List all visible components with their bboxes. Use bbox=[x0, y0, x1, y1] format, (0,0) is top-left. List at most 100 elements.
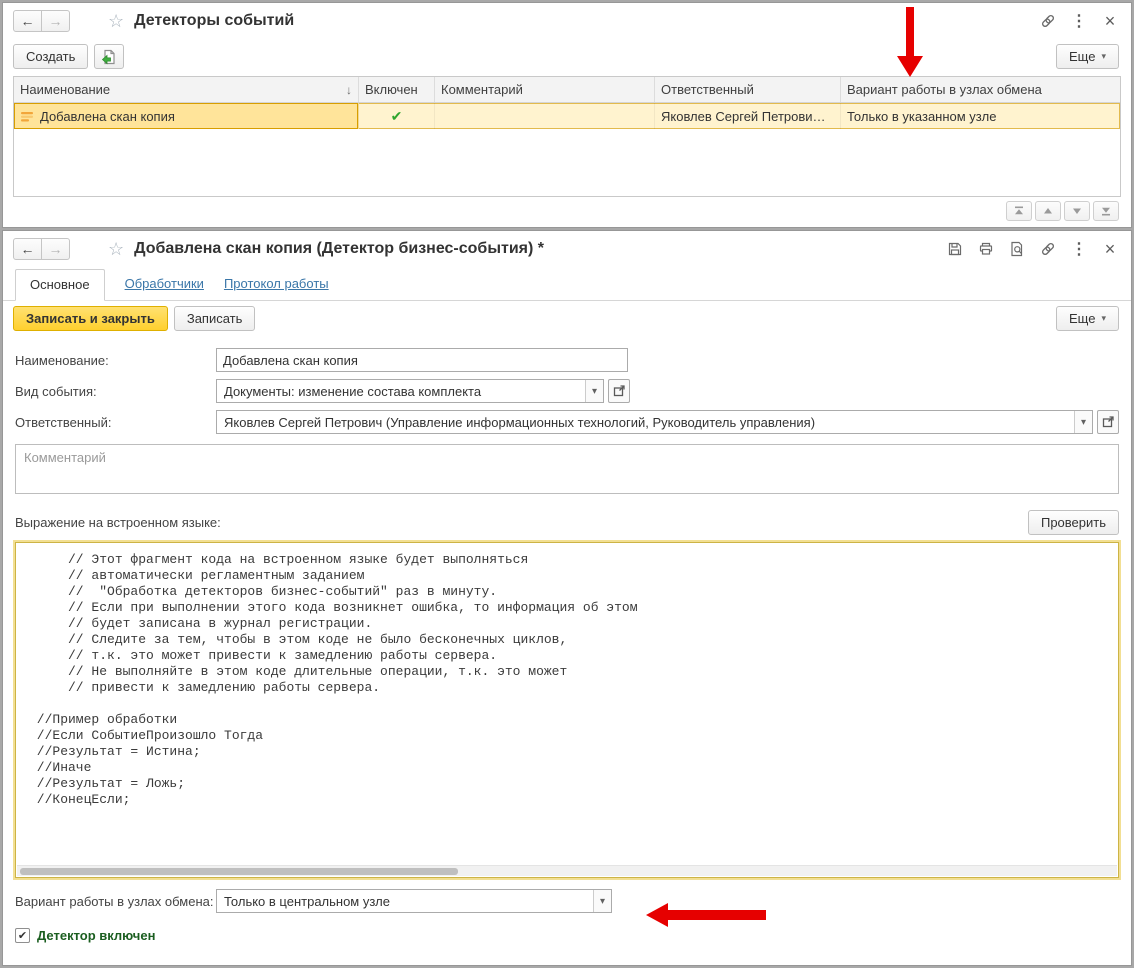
exchange-mode-dropdown-button[interactable]: ▾ bbox=[593, 890, 611, 912]
forward-button[interactable]: → bbox=[41, 238, 70, 260]
open-icon bbox=[613, 385, 625, 397]
responsible-dropdown-button[interactable]: ▾ bbox=[1074, 411, 1092, 433]
comment-textarea[interactable] bbox=[15, 444, 1119, 494]
favorite-star-icon[interactable]: ☆ bbox=[108, 12, 124, 30]
code-line: //КонецЕсли; bbox=[29, 792, 131, 807]
code-line: //Пример обработки bbox=[29, 712, 178, 727]
cell-exchange-mode[interactable]: Только в указанном узле bbox=[841, 103, 1120, 129]
kebab-menu-icon[interactable]: ⋮ bbox=[1070, 12, 1088, 30]
move-up-button[interactable] bbox=[1035, 201, 1061, 221]
print-icon[interactable] bbox=[977, 240, 995, 258]
nav-buttons: ← → bbox=[13, 238, 70, 260]
code-line: // Этот фрагмент кода на встроенном язык… bbox=[29, 552, 529, 567]
save-and-close-button[interactable]: Записать и закрыть bbox=[13, 306, 168, 331]
detectors-table: Наименование ↓ Включен Комментарий Ответ… bbox=[13, 76, 1121, 197]
detector-enabled-label[interactable]: Детектор включен bbox=[37, 928, 155, 943]
detail-window: ← → ☆ Добавлена скан копия (Детектор биз… bbox=[2, 230, 1132, 966]
column-header-responsible[interactable]: Ответственный bbox=[655, 77, 841, 102]
go-to-top-button[interactable] bbox=[1006, 201, 1032, 221]
cell-name[interactable]: Добавлена скан копия bbox=[14, 103, 359, 129]
table-nav-buttons bbox=[3, 197, 1131, 227]
event-kind-label: Вид события: bbox=[15, 383, 97, 399]
responsible-combo[interactable]: Яковлев Сергей Петрович (Управление инфо… bbox=[216, 410, 1093, 434]
table-header-row: Наименование ↓ Включен Комментарий Ответ… bbox=[14, 77, 1120, 103]
move-down-button[interactable] bbox=[1064, 201, 1090, 221]
create-button[interactable]: Создать bbox=[13, 44, 89, 69]
close-icon[interactable]: × bbox=[1101, 11, 1119, 31]
name-input[interactable] bbox=[216, 348, 628, 372]
create-copy-button[interactable] bbox=[94, 44, 125, 69]
back-button[interactable]: ← bbox=[13, 238, 42, 260]
list-window: ← → ☆ Детекторы событий ⋮ × Создать Еще … bbox=[2, 2, 1132, 228]
detail-form: Наименование: Вид события: Документы: из… bbox=[3, 337, 1131, 965]
cell-comment[interactable] bbox=[435, 103, 655, 129]
event-kind-row: Вид события: Документы: изменение состав… bbox=[15, 379, 1119, 403]
forward-arrow-icon: → bbox=[48, 13, 63, 29]
link-icon[interactable] bbox=[1039, 12, 1057, 30]
code-line: //Результат = Ложь; bbox=[29, 776, 186, 791]
list-titlebar: ← → ☆ Детекторы событий ⋮ × bbox=[3, 3, 1131, 39]
chevron-down-icon: ▾ bbox=[591, 385, 598, 397]
column-header-comment[interactable]: Комментарий bbox=[435, 77, 655, 102]
event-kind-dropdown-button[interactable]: ▾ bbox=[585, 380, 603, 402]
cell-enabled[interactable]: ✔ bbox=[359, 103, 435, 129]
favorite-star-icon[interactable]: ☆ bbox=[108, 240, 124, 258]
list-window-title: Детекторы событий bbox=[134, 12, 295, 29]
code-line: // будет записана в журнал регистрации. bbox=[29, 616, 373, 631]
open-icon bbox=[1102, 416, 1114, 428]
forward-button[interactable]: → bbox=[41, 10, 70, 32]
event-kind-open-button[interactable] bbox=[608, 379, 630, 403]
responsible-value: Яковлев Сергей Петрович (Управление инфо… bbox=[224, 414, 816, 430]
save-button[interactable]: Записать bbox=[173, 306, 256, 331]
enabled-check-icon: ✔ bbox=[390, 108, 403, 124]
detector-enabled-checkbox[interactable]: ✔ bbox=[15, 928, 30, 943]
close-icon[interactable]: × bbox=[1101, 239, 1119, 259]
exchange-mode-combo[interactable]: Только в центральном узле ▾ bbox=[216, 889, 612, 913]
chevron-down-icon: ▾ bbox=[599, 895, 606, 907]
more-button[interactable]: Еще ▾ bbox=[1056, 44, 1119, 69]
code-line: // Не выполняйте в этом коде длительные … bbox=[29, 664, 568, 679]
code-line: //Результат = Истина; bbox=[29, 744, 201, 759]
check-expression-button[interactable]: Проверить bbox=[1027, 510, 1119, 535]
tab-main[interactable]: Основное bbox=[15, 269, 105, 301]
column-header-name[interactable]: Наименование ↓ bbox=[14, 77, 359, 102]
exchange-mode-label: Вариант работы в узлах обмена: bbox=[15, 893, 214, 909]
code-line: // Если при выполнении этого кода возник… bbox=[29, 600, 638, 615]
back-arrow-icon: ← bbox=[20, 13, 35, 29]
code-line: // "Обработка детекторов бизнес-событий"… bbox=[29, 584, 498, 599]
tab-handlers[interactable]: Обработчики bbox=[125, 276, 204, 300]
catalog-item-icon bbox=[21, 111, 33, 121]
go-to-bottom-button[interactable] bbox=[1093, 201, 1119, 221]
link-icon[interactable] bbox=[1039, 240, 1057, 258]
back-button[interactable]: ← bbox=[13, 10, 42, 32]
chevron-down-icon: ▾ bbox=[1101, 51, 1106, 61]
create-copy-icon bbox=[102, 49, 116, 64]
horizontal-scrollbar[interactable] bbox=[17, 865, 1117, 876]
more-button[interactable]: Еще ▾ bbox=[1056, 306, 1119, 331]
column-header-exchange-mode[interactable]: Вариант работы в узлах обмена bbox=[841, 77, 1120, 102]
tab-work-log[interactable]: Протокол работы bbox=[224, 276, 329, 300]
table-empty-area bbox=[14, 129, 1120, 196]
expression-header-row: Выражение на встроенном языке: Проверить bbox=[15, 510, 1119, 535]
table-row[interactable]: Добавлена скан копия ✔ Яковлев Сергей Пе… bbox=[14, 103, 1120, 129]
column-header-enabled[interactable]: Включен bbox=[359, 77, 435, 102]
cell-responsible[interactable]: Яковлев Сергей Петрови… bbox=[655, 103, 841, 129]
horizontal-scrollbar-thumb[interactable] bbox=[20, 868, 458, 875]
exchange-mode-value: Только в центральном узле bbox=[224, 893, 390, 909]
save-icon[interactable] bbox=[946, 240, 964, 258]
code-line: // т.к. это может привести к замедлению … bbox=[29, 648, 498, 663]
expression-code-editor[interactable]: // Этот фрагмент кода на встроенном язык… bbox=[15, 542, 1119, 878]
responsible-row: Ответственный: Яковлев Сергей Петрович (… bbox=[15, 410, 1119, 434]
kebab-menu-icon[interactable]: ⋮ bbox=[1070, 240, 1088, 258]
list-command-bar: Создать Еще ▾ bbox=[3, 39, 1131, 75]
responsible-open-button[interactable] bbox=[1097, 410, 1119, 434]
forward-arrow-icon: → bbox=[48, 241, 63, 257]
name-row: Наименование: bbox=[15, 348, 1119, 372]
checkmark-icon: ✔ bbox=[17, 930, 28, 942]
cell-name-text: Добавлена скан копия bbox=[40, 108, 175, 124]
move-down-icon bbox=[1073, 208, 1081, 214]
event-kind-combo[interactable]: Документы: изменение состава комплекта ▾ bbox=[216, 379, 604, 403]
expression-code-text: // Этот фрагмент кода на встроенном язык… bbox=[16, 543, 1118, 808]
preview-icon[interactable] bbox=[1008, 240, 1026, 258]
event-kind-value: Документы: изменение состава комплекта bbox=[224, 383, 482, 399]
